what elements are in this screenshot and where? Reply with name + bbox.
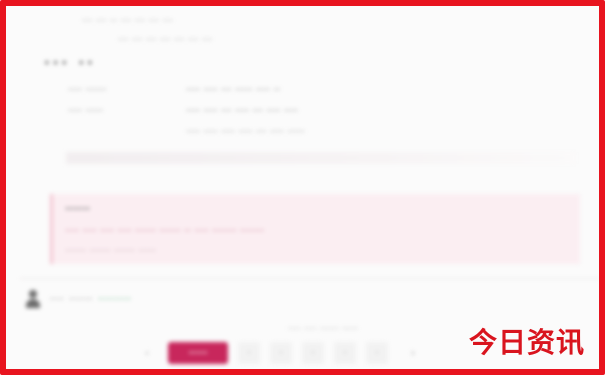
user-handle[interactable]: ······· bbox=[98, 292, 132, 306]
detail-row: ···· ···· ···· ···· ··· ···· ····· bbox=[68, 122, 588, 143]
user-label: ··· ····· bbox=[50, 292, 94, 306]
pager-page-button[interactable]: · bbox=[270, 342, 292, 364]
detail-row: ···· ····· ···· ···· ··· ···· ··· ···· ·… bbox=[68, 101, 588, 122]
details-list: ···· ······ ···· ···· ··· ····· ···· ·· … bbox=[68, 80, 588, 143]
pager-next-button[interactable]: › bbox=[398, 342, 428, 364]
top-note-line2: ··· ··· ··· ··· ··· ··· ··· bbox=[118, 32, 213, 46]
detail-value: ···· ···· ···· ···· ··· ···· ····· bbox=[186, 124, 305, 138]
alert-box: ······ ···· ···· ···· ···· ······ ······… bbox=[50, 194, 580, 264]
screenshot-frame: ··· ··· ·· ··· ··· ··· ··· ··· ··· ··· ·… bbox=[0, 0, 605, 375]
detail-value: ···· ···· ··· ···· ··· ···· ···· bbox=[186, 103, 298, 117]
alert-body-line2: ······ ······ ······ ····· bbox=[65, 243, 156, 257]
detail-row: ···· ······ ···· ···· ··· ····· ···· ·· bbox=[68, 80, 588, 101]
alert-title: ······ bbox=[65, 202, 91, 215]
detail-label bbox=[68, 122, 186, 143]
detail-label: ···· ····· bbox=[68, 103, 103, 117]
detail-value: ···· ···· ··· ····· ···· ·· bbox=[186, 83, 281, 96]
pagination: ‹ ····· · · · · · › bbox=[136, 342, 428, 364]
watermark-logo: 今日资讯 bbox=[468, 326, 585, 359]
user-row[interactable]: ··· ····· ······· bbox=[26, 290, 132, 308]
pager-current-button[interactable]: ····· bbox=[168, 342, 228, 364]
section-title: ··· ·· bbox=[44, 54, 96, 72]
user-icon bbox=[26, 290, 40, 308]
top-note: ··· ··· ·· ··· ··· ··· ··· ··· ··· ··· ·… bbox=[82, 12, 382, 49]
pager-caption: ···· ···· ······ ····· bbox=[288, 324, 358, 335]
alert-body-line1: ···· ···· ···· ···· ······ ······ ·· ···… bbox=[65, 224, 265, 237]
user-text[interactable]: ··· ····· ······· bbox=[50, 292, 132, 306]
pager-page-button[interactable]: · bbox=[302, 342, 324, 364]
pager-page-button[interactable]: · bbox=[238, 342, 260, 364]
alert-body: ···· ···· ···· ···· ······ ······ ·· ···… bbox=[65, 221, 568, 261]
faint-separator-row bbox=[66, 152, 576, 164]
divider bbox=[20, 278, 599, 279]
pager-prev-button[interactable]: ‹ bbox=[136, 342, 158, 364]
detail-label: ···· ······ bbox=[68, 83, 107, 96]
pager-page-button[interactable]: · bbox=[366, 342, 388, 364]
top-note-line1: ··· ··· ·· ··· ··· ··· ··· bbox=[82, 14, 173, 27]
pager-page-button[interactable]: · bbox=[334, 342, 356, 364]
